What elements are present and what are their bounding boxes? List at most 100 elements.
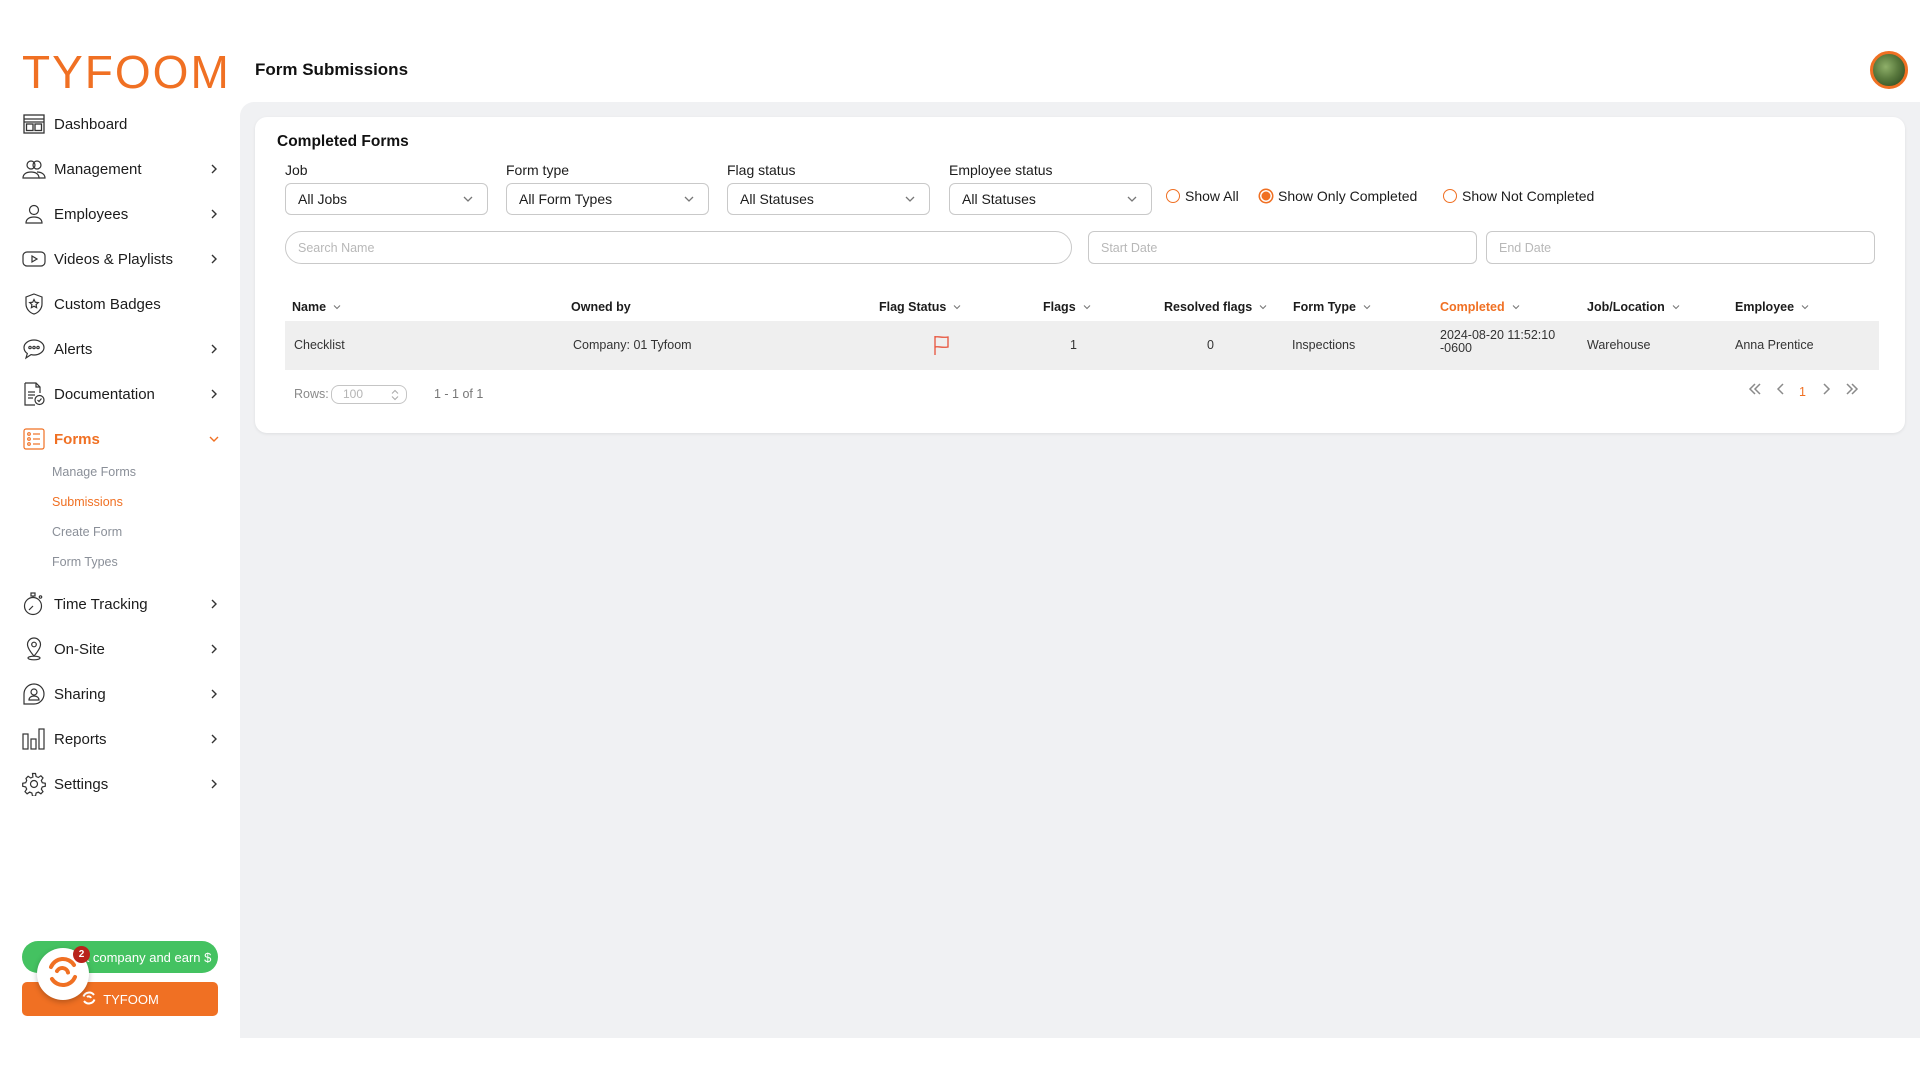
double-chevron-right-icon bbox=[1844, 382, 1860, 401]
chevron-left-icon bbox=[1776, 382, 1786, 401]
chevron-down-icon bbox=[682, 192, 696, 206]
video-icon bbox=[22, 247, 46, 271]
document-icon bbox=[22, 382, 46, 406]
search-name-input[interactable] bbox=[285, 231, 1072, 264]
sidebar: TYFOOM Dashboard Management Employees Vi… bbox=[0, 0, 240, 1080]
column-header-flags[interactable]: Flags bbox=[1043, 298, 1092, 316]
page-number-current[interactable]: 1 bbox=[1799, 385, 1806, 399]
sidebar-item-dashboard[interactable]: Dashboard bbox=[22, 109, 222, 139]
sidebar-item-management[interactable]: Management bbox=[22, 154, 222, 184]
cell-flags: 1 bbox=[1070, 338, 1077, 352]
share-user-icon bbox=[22, 682, 46, 706]
chevron-right-icon bbox=[1821, 382, 1831, 401]
sidebar-item-documentation[interactable]: Documentation bbox=[22, 379, 222, 409]
gear-icon bbox=[22, 772, 46, 796]
column-header-name[interactable]: Name bbox=[292, 298, 342, 316]
radio-button[interactable] bbox=[1166, 189, 1180, 203]
first-page-button[interactable] bbox=[1745, 381, 1765, 401]
chevron-right-icon bbox=[206, 641, 222, 657]
cell-employee: Anna Prentice bbox=[1735, 338, 1814, 352]
cell-resolved-flags: 0 bbox=[1207, 338, 1214, 352]
radio-button-checked[interactable] bbox=[1259, 189, 1273, 203]
cell-completed: 2024-08-20 11:52:10 -0600 bbox=[1440, 328, 1556, 355]
start-date-input[interactable] bbox=[1088, 231, 1477, 264]
chevron-right-icon bbox=[206, 686, 222, 702]
card-title: Completed Forms bbox=[277, 133, 409, 150]
sidebar-item-alerts[interactable]: Alerts bbox=[22, 334, 222, 364]
employee-status-select[interactable]: All Statuses bbox=[949, 183, 1152, 215]
sidebar-item-sharing[interactable]: Sharing bbox=[22, 679, 222, 709]
sidebar-item-videos-playlists[interactable]: Videos & Playlists bbox=[22, 244, 222, 274]
next-page-button[interactable] bbox=[1816, 381, 1836, 401]
column-header-owned-by: Owned by bbox=[571, 300, 631, 314]
completed-forms-card: Completed Forms Job All Jobs Form type A… bbox=[255, 117, 1905, 433]
badge-icon bbox=[22, 292, 46, 316]
form-type-filter-label: Form type bbox=[506, 162, 570, 178]
chevron-right-icon bbox=[206, 251, 222, 267]
sidebar-subitem-manage-forms[interactable]: Manage Forms bbox=[52, 465, 136, 479]
chevron-right-icon bbox=[206, 386, 222, 402]
column-header-job-location[interactable]: Job/Location bbox=[1587, 298, 1681, 316]
employee-status-filter-label: Employee status bbox=[949, 162, 1053, 178]
sidebar-item-custom-badges[interactable]: Custom Badges bbox=[22, 289, 222, 319]
pagination-range: 1 - 1 of 1 bbox=[434, 387, 484, 401]
tyfoom-logo[interactable]: TYFOOM bbox=[22, 49, 231, 95]
sort-chevron-icon bbox=[332, 302, 342, 312]
chevron-right-icon bbox=[206, 341, 222, 357]
list-icon bbox=[22, 427, 46, 451]
user-icon bbox=[22, 202, 46, 226]
sidebar-item-reports[interactable]: Reports bbox=[22, 724, 222, 754]
table-row[interactable]: Checklist Company: 01 Tyfoom 1 0 Inspect… bbox=[285, 321, 1879, 370]
sidebar-item-settings[interactable]: Settings bbox=[22, 769, 222, 799]
sort-chevron-icon bbox=[952, 302, 962, 312]
sidebar-subitem-submissions[interactable]: Submissions bbox=[52, 495, 123, 509]
stopwatch-icon bbox=[22, 592, 46, 616]
bar-chart-icon bbox=[22, 727, 46, 751]
dashboard-icon bbox=[22, 112, 46, 136]
sidebar-item-time-tracking[interactable]: Time Tracking bbox=[22, 589, 222, 619]
form-type-select[interactable]: All Form Types bbox=[506, 183, 709, 215]
sidebar-subitem-create-form[interactable]: Create Form bbox=[52, 525, 122, 539]
column-header-employee[interactable]: Employee bbox=[1735, 298, 1810, 316]
location-pin-icon bbox=[22, 637, 46, 661]
user-avatar[interactable] bbox=[1870, 51, 1908, 89]
chevron-right-icon bbox=[206, 206, 222, 222]
chevron-down-icon bbox=[206, 431, 222, 447]
job-select[interactable]: All Jobs bbox=[285, 183, 488, 215]
rows-per-page-label: Rows: bbox=[294, 387, 329, 401]
radio-show-not-completed[interactable]: Show Not Completed bbox=[1443, 185, 1594, 207]
sidebar-subitem-form-types[interactable]: Form Types bbox=[52, 555, 118, 569]
column-header-flag-status[interactable]: Flag Status bbox=[879, 298, 962, 316]
sort-chevron-icon bbox=[1511, 302, 1521, 312]
double-chevron-left-icon bbox=[1747, 382, 1763, 401]
flag-status-select[interactable]: All Statuses bbox=[727, 183, 930, 215]
flag-icon[interactable] bbox=[933, 334, 951, 356]
sidebar-item-employees[interactable]: Employees bbox=[22, 199, 222, 229]
users-group-icon bbox=[22, 157, 46, 181]
sort-chevron-icon bbox=[1800, 302, 1810, 312]
sidebar-item-forms[interactable]: Forms bbox=[22, 424, 222, 454]
notification-badge: 2 bbox=[73, 946, 90, 963]
cell-name: Checklist bbox=[294, 338, 345, 352]
tyfoom-swirl-icon bbox=[81, 990, 97, 1009]
last-page-button[interactable] bbox=[1842, 381, 1862, 401]
radio-show-all[interactable]: Show All bbox=[1166, 185, 1239, 207]
flag-status-filter-label: Flag status bbox=[727, 162, 796, 178]
column-header-form-type[interactable]: Form Type bbox=[1293, 298, 1372, 316]
sort-chevron-icon bbox=[1671, 302, 1681, 312]
rows-per-page-select[interactable]: 100 bbox=[331, 385, 407, 404]
previous-page-button[interactable] bbox=[1771, 381, 1791, 401]
column-header-resolved-flags[interactable]: Resolved flags bbox=[1164, 298, 1268, 316]
column-header-completed[interactable]: Completed bbox=[1440, 298, 1521, 316]
chat-bubble-icon bbox=[22, 337, 46, 361]
chevron-right-icon bbox=[206, 731, 222, 747]
spinner-arrows-icon bbox=[390, 389, 400, 401]
radio-button[interactable] bbox=[1443, 189, 1457, 203]
cell-job-location: Warehouse bbox=[1587, 338, 1651, 352]
chevron-down-icon bbox=[1125, 192, 1139, 206]
page-title: Form Submissions bbox=[255, 60, 409, 79]
cell-owned-by: Company: 01 Tyfoom bbox=[573, 338, 692, 352]
sidebar-item-on-site[interactable]: On-Site bbox=[22, 634, 222, 664]
end-date-input[interactable] bbox=[1486, 231, 1875, 264]
radio-show-only-completed[interactable]: Show Only Completed bbox=[1259, 185, 1417, 207]
